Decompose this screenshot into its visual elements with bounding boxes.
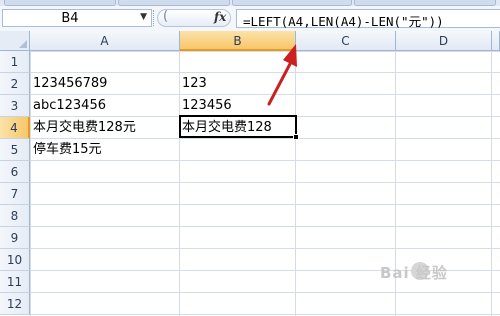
cell-a2[interactable]: 123456789 [30, 73, 179, 95]
row-header-10[interactable]: 10 [0, 249, 30, 271]
cell-a4[interactable]: 本月交电费128元 [30, 117, 179, 139]
column-gridline [295, 51, 296, 316]
column-header-b[interactable]: B [180, 31, 296, 51]
column-header-c[interactable]: C [296, 31, 396, 51]
row-gridline [30, 314, 500, 315]
row-gridline [30, 204, 500, 205]
row-header-8[interactable]: 8 [0, 205, 30, 227]
cell-a3[interactable]: abc123456 [30, 95, 179, 117]
collapse-handle-icon: ( [163, 9, 169, 24]
insert-function-icon[interactable]: fx [214, 10, 226, 24]
column-header-a[interactable]: A [30, 31, 180, 51]
formula-text: =LEFT(A4,LEN(A4)-LEN("元")) [243, 14, 444, 29]
row-gridline [30, 248, 500, 249]
cell-a5[interactable]: 停车费15元 [30, 139, 179, 161]
cell-b2[interactable]: 123 [179, 73, 295, 95]
select-all-button[interactable] [0, 31, 30, 51]
column-gridline [491, 51, 492, 316]
row-header-9[interactable]: 9 [0, 227, 30, 249]
row-header-3[interactable]: 3 [0, 95, 30, 117]
row-header-12[interactable]: 12 [0, 293, 30, 315]
column-header-e[interactable] [492, 31, 500, 51]
formula-bar: B4 ▼ ( fx =LEFT(A4,LEN(A4)-LEN("元")) [0, 6, 500, 32]
cell-b3[interactable]: 123456 [179, 95, 295, 117]
row-header-7[interactable]: 7 [0, 183, 30, 205]
row-gridline [30, 226, 500, 227]
row-gridline [30, 292, 500, 293]
fill-handle[interactable] [293, 134, 299, 140]
formula-bar-splitter[interactable] [153, 10, 156, 26]
active-cell-border [179, 115, 297, 138]
row-header-6[interactable]: 6 [0, 161, 30, 183]
row-header-11[interactable]: 11 [0, 271, 30, 293]
row-gridline [30, 182, 500, 183]
watermark-text: Bai 经验 [380, 264, 448, 282]
row-header-5[interactable]: 5 [0, 139, 30, 161]
row-header-4[interactable]: 4 [0, 117, 30, 139]
formula-input[interactable]: =LEFT(A4,LEN(A4)-LEN("元")) [236, 9, 500, 29]
name-box[interactable]: B4 ▼ [2, 9, 152, 27]
chevron-down-icon[interactable]: ▼ [140, 12, 147, 22]
select-all-triangle-icon [19, 40, 27, 48]
name-box-value: B4 [61, 11, 79, 26]
row-header-1[interactable]: 1 [0, 51, 30, 73]
column-header-d[interactable]: D [396, 31, 492, 51]
row-header-2[interactable]: 2 [0, 73, 30, 95]
